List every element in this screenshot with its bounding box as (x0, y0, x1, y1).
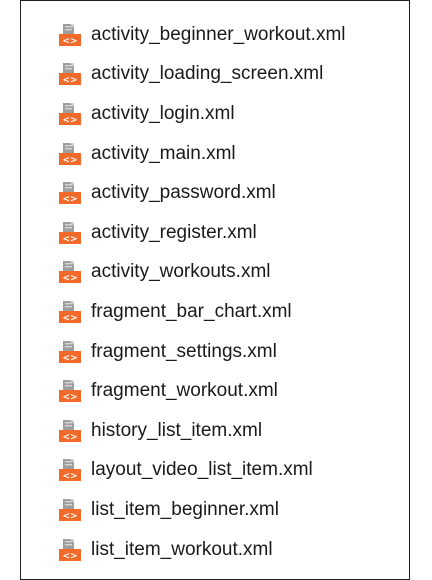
xml-layout-file-icon (58, 221, 82, 245)
file-name: history_list_item.xml (91, 419, 263, 441)
xml-layout-file-icon (58, 419, 82, 443)
file-list-item[interactable]: list_item_beginner.xml (58, 490, 346, 530)
file-list: activity_beginner_workout.xml activity_l… (58, 15, 346, 569)
file-name: fragment_workout.xml (91, 380, 278, 402)
xml-layout-file-icon (58, 340, 82, 364)
xml-layout-file-icon (58, 62, 82, 86)
file-list-item[interactable]: activity_register.xml (58, 213, 346, 253)
file-name: activity_main.xml (91, 142, 236, 164)
file-list-panel: activity_beginner_workout.xml activity_l… (20, 0, 410, 580)
file-list-item[interactable]: history_list_item.xml (58, 411, 346, 451)
file-name: fragment_bar_chart.xml (91, 300, 292, 322)
file-list-item[interactable]: activity_beginner_workout.xml (58, 15, 346, 55)
file-list-item[interactable]: activity_password.xml (58, 173, 346, 213)
file-list-item[interactable]: list_item_workout.xml (58, 530, 346, 570)
file-name: list_item_beginner.xml (91, 498, 279, 520)
file-name: activity_register.xml (91, 221, 257, 243)
file-name: fragment_settings.xml (91, 340, 277, 362)
xml-layout-file-icon (58, 102, 82, 126)
file-name: activity_beginner_workout.xml (91, 23, 346, 45)
file-name: activity_loading_screen.xml (91, 63, 324, 85)
xml-layout-file-icon (58, 538, 82, 562)
file-list-item[interactable]: fragment_workout.xml (58, 371, 346, 411)
xml-layout-file-icon (58, 498, 82, 522)
xml-layout-file-icon (58, 181, 82, 205)
file-name: activity_login.xml (91, 102, 235, 124)
file-list-item[interactable]: activity_workouts.xml (58, 253, 346, 293)
file-list-item[interactable]: fragment_bar_chart.xml (58, 292, 346, 332)
xml-layout-file-icon (58, 458, 82, 482)
xml-layout-file-icon (58, 260, 82, 284)
file-name: activity_password.xml (91, 182, 276, 204)
file-list-item[interactable]: activity_loading_screen.xml (58, 55, 346, 95)
file-list-item[interactable]: layout_video_list_item.xml (58, 451, 346, 491)
xml-layout-file-icon (58, 379, 82, 403)
xml-layout-file-icon (58, 23, 82, 47)
file-name: list_item_workout.xml (91, 538, 273, 560)
xml-layout-file-icon (58, 142, 82, 166)
file-list-item[interactable]: fragment_settings.xml (58, 332, 346, 372)
xml-layout-file-icon (58, 300, 82, 324)
file-list-item[interactable]: activity_main.xml (58, 134, 346, 174)
file-name: activity_workouts.xml (91, 261, 271, 283)
file-name: layout_video_list_item.xml (91, 459, 313, 481)
file-list-item[interactable]: activity_login.xml (58, 94, 346, 134)
